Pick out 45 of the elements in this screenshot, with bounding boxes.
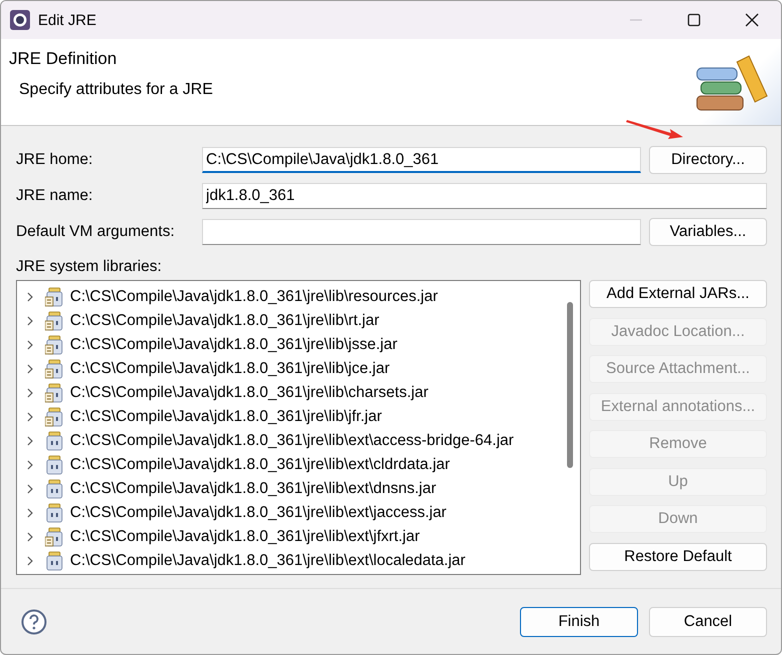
library-path[interactable]: C:\CS\Compile\Java\jdk1.8.0_361\jre\lib\ext\access-bridge-64.jar — [70, 432, 514, 450]
library-button[interactable]: Add External JARs... — [589, 280, 767, 308]
chevron-icon[interactable] — [25, 316, 35, 326]
library-path[interactable]: C:\CS\Compile\Java\jdk1.8.0_361\jre\lib\resources.jar — [70, 288, 438, 306]
browse-button[interactable]: Variables... — [649, 218, 767, 246]
chevron-icon[interactable] — [25, 508, 35, 518]
browse-button[interactable]: Directory... — [649, 146, 767, 174]
field-label: Default VM arguments: — [16, 223, 176, 241]
text-field[interactable] — [202, 219, 641, 245]
library-path[interactable]: C:\CS\Compile\Java\jdk1.8.0_361\jre\lib\ext\dnsns.jar — [70, 480, 436, 498]
maximize-icon[interactable] — [687, 13, 701, 27]
annotation-arrow-icon — [625, 117, 685, 141]
chevron-icon[interactable] — [25, 412, 35, 422]
library-path[interactable]: C:\CS\Compile\Java\jdk1.8.0_361\jre\lib\ext\jfxrt.jar — [70, 528, 420, 546]
text-field[interactable]: C:\CS\Compile\Java\jdk1.8.0_361 — [202, 147, 641, 173]
library-path[interactable]: C:\CS\Compile\Java\jdk1.8.0_361\jre\lib\ext\cldrdata.jar — [70, 456, 450, 474]
dialog-heading: JRE Definition — [9, 49, 117, 69]
close-icon[interactable] — [745, 13, 759, 27]
app-icon — [10, 10, 30, 30]
library-button[interactable]: Restore Default — [589, 542, 767, 570]
dialog-button[interactable]: Cancel — [649, 607, 767, 637]
library-path[interactable]: C:\CS\Compile\Java\jdk1.8.0_361\jre\lib\rt.jar — [70, 312, 380, 330]
chevron-icon[interactable] — [25, 532, 35, 542]
library-path[interactable]: C:\CS\Compile\Java\jdk1.8.0_361\jre\lib\jsse.jar — [70, 336, 398, 354]
field-label: JRE home: — [16, 151, 94, 169]
dialog-description: Specify attributes for a JRE — [19, 81, 213, 99]
chevron-icon[interactable] — [25, 484, 35, 494]
library-path[interactable]: C:\CS\Compile\Java\jdk1.8.0_361\jre\lib\jce.jar — [70, 360, 390, 378]
chevron-icon[interactable] — [25, 460, 35, 470]
chevron-icon[interactable] — [25, 364, 35, 374]
dialog-button[interactable]: Finish — [520, 607, 638, 637]
window-title: Edit JRE — [38, 12, 98, 28]
library-path[interactable]: C:\CS\Compile\Java\jdk1.8.0_361\jre\lib\ext\jaccess.jar — [70, 504, 446, 522]
chevron-icon[interactable] — [25, 292, 35, 302]
library-path[interactable]: C:\CS\Compile\Java\jdk1.8.0_361\jre\lib\charsets.jar — [70, 384, 428, 402]
library-path[interactable]: C:\CS\Compile\Java\jdk1.8.0_361\jre\lib\ext\localedata.jar — [70, 552, 466, 570]
chevron-icon[interactable] — [25, 556, 35, 566]
help-icon[interactable] — [21, 609, 47, 635]
chevron-icon[interactable] — [25, 388, 35, 398]
library-path[interactable]: C:\CS\Compile\Java\jdk1.8.0_361\jre\lib\jfr.jar — [70, 408, 382, 426]
chevron-icon[interactable] — [25, 436, 35, 446]
chevron-icon[interactable] — [25, 340, 35, 350]
field-label: JRE name: — [16, 187, 94, 205]
scrollbar-thumb[interactable] — [567, 302, 573, 468]
section-label: JRE system libraries: — [16, 257, 163, 277]
